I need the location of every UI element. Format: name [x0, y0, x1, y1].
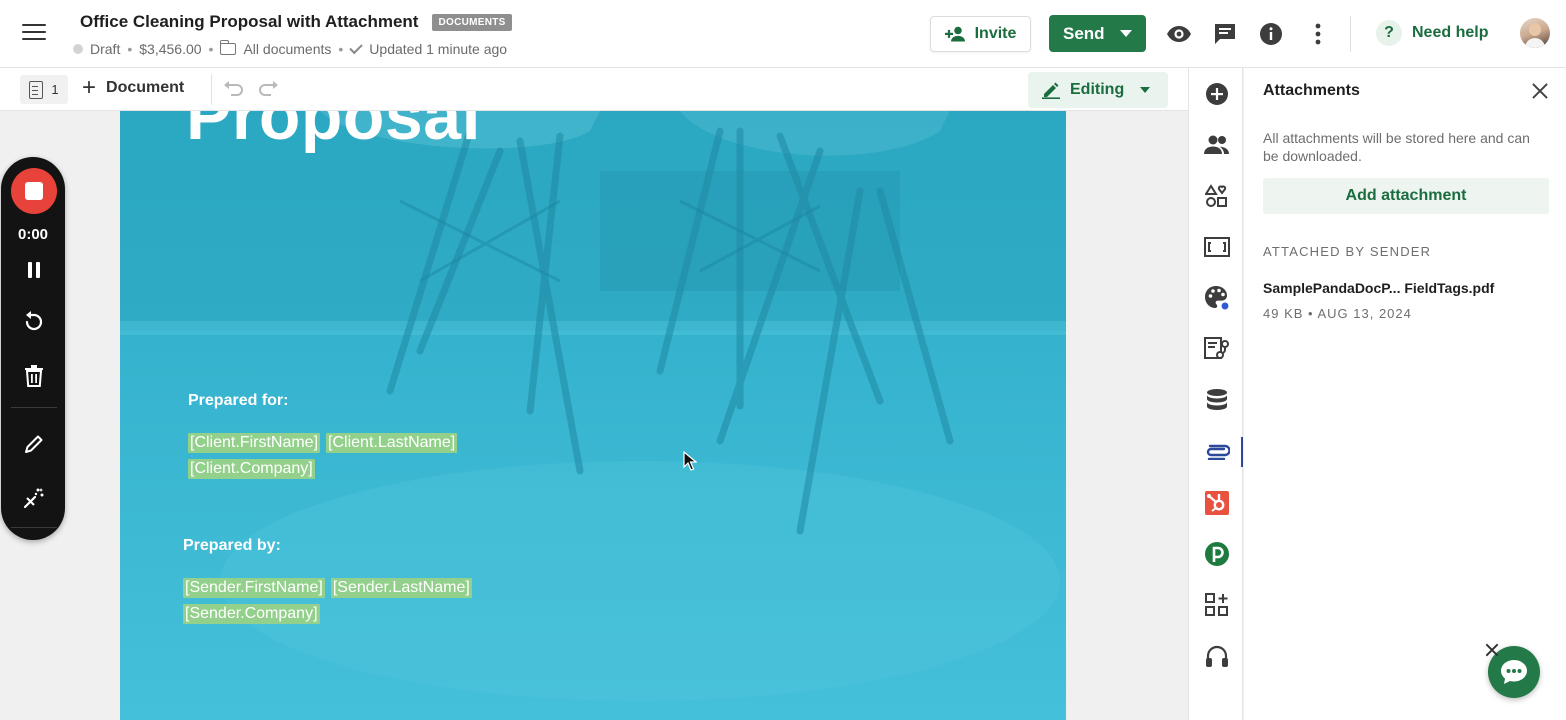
client-firstname-field[interactable]: [Client.FirstName] [188, 433, 321, 453]
add-document-button[interactable]: + Document [82, 74, 185, 101]
pencil-icon [1042, 82, 1060, 99]
user-avatar[interactable] [1520, 18, 1550, 48]
pipedrive-icon[interactable] [1202, 539, 1232, 569]
folder-link[interactable]: All documents [243, 41, 331, 57]
screen-recorder-panel: 0:00 [1, 157, 65, 540]
editing-label: Editing [1070, 81, 1125, 98]
close-chat-icon[interactable] [1484, 642, 1500, 658]
mouse-cursor-icon [683, 451, 697, 471]
close-icon[interactable] [1528, 79, 1552, 103]
pages-button[interactable]: 1 [20, 75, 68, 104]
invite-button[interactable]: Invite [930, 16, 1031, 52]
cover-page[interactable]: Proposal Prepared for: [Client.FirstName… [120, 111, 1066, 720]
send-label: Send [1063, 23, 1105, 43]
support-headset-icon[interactable] [1202, 642, 1232, 672]
attachment-icon[interactable] [1202, 437, 1232, 467]
page-count: 1 [51, 82, 59, 97]
folder-icon [219, 40, 237, 55]
client-lastname-field[interactable]: [Client.LastName] [326, 433, 458, 453]
prepared-by-heading: Prepared by: [183, 537, 281, 554]
sender-lastname-field[interactable]: [Sender.LastName] [330, 578, 472, 598]
chevron-down-icon [1140, 87, 1151, 93]
cover-title: Proposal [186, 111, 481, 154]
hubspot-icon[interactable] [1202, 488, 1232, 518]
chat-icon [1501, 660, 1527, 684]
pages-icon [29, 80, 44, 99]
documents-badge: DOCUMENTS [432, 13, 512, 31]
invite-label: Invite [974, 25, 1017, 42]
add-icon[interactable] [1202, 79, 1232, 109]
workflow-icon[interactable] [1202, 334, 1232, 364]
add-document-label: Document [106, 79, 185, 96]
restart-icon[interactable] [18, 306, 50, 338]
plus-icon: + [82, 74, 97, 101]
add-person-icon [944, 26, 965, 42]
recipients-icon[interactable] [1202, 130, 1232, 160]
variables-icon[interactable] [1202, 232, 1232, 262]
stop-recording-button[interactable] [11, 168, 57, 214]
question-icon: ? [1376, 20, 1402, 46]
prepared-for-heading: Prepared for: [188, 392, 289, 409]
document-amount: $3,456.00 [139, 41, 202, 57]
document-meta: Draft • $3,456.00 • All documents • Upda… [73, 40, 508, 57]
info-icon[interactable] [1257, 20, 1285, 48]
active-rail-indicator [1241, 437, 1243, 467]
pen-draw-icon[interactable] [18, 428, 50, 460]
client-name-line: [Client.FirstName] [Client.LastName] [188, 433, 458, 453]
database-icon[interactable] [1202, 385, 1232, 415]
checkmark-icon [349, 40, 364, 54]
add-attachment-button[interactable]: Add attachment [1263, 178, 1549, 214]
undo-icon[interactable] [222, 79, 244, 102]
sender-firstname-field[interactable]: [Sender.FirstName] [183, 578, 325, 598]
attachments-description: All attachments will be stored here and … [1263, 130, 1530, 164]
document-canvas: Proposal Prepared for: [Client.FirstName… [0, 111, 1188, 720]
attachments-title: Attachments [1263, 82, 1360, 99]
more-vertical-icon[interactable] [1304, 20, 1332, 48]
magic-effects-icon[interactable] [18, 482, 50, 514]
need-help-button[interactable]: ? Need help [1376, 20, 1488, 46]
client-company-line: [Client.Company] [188, 459, 315, 479]
sender-name-line: [Sender.FirstName] [Sender.LastName] [183, 578, 472, 598]
status-text: Draft [90, 41, 121, 57]
sender-company-field[interactable]: [Sender.Company] [183, 604, 320, 624]
attached-by-sender-heading: ATTACHED BY SENDER [1263, 244, 1432, 259]
top-header: Office Cleaning Proposal with Attachment… [0, 0, 1566, 68]
cover-background-image [120, 111, 1066, 720]
editor-toolbar: 1 + Document Editing [0, 68, 1188, 111]
send-button[interactable]: Send [1049, 15, 1146, 52]
add-attachment-label: Add attachment [1345, 187, 1467, 204]
comments-icon[interactable] [1211, 20, 1239, 48]
send-dropdown-caret-icon[interactable] [1119, 30, 1132, 37]
document-title[interactable]: Office Cleaning Proposal with Attachment [80, 12, 418, 32]
preview-eye-icon[interactable] [1165, 20, 1193, 48]
redo-icon[interactable] [258, 79, 280, 102]
content-blocks-icon[interactable] [1202, 181, 1232, 211]
design-palette-icon[interactable] [1202, 283, 1232, 313]
attachment-file-name[interactable]: SamplePandaDocP... FieldTags.pdf [1263, 280, 1494, 296]
side-tool-rail [1188, 68, 1243, 720]
client-company-field[interactable]: [Client.Company] [188, 459, 315, 479]
need-help-label: Need help [1412, 24, 1489, 41]
recording-timer: 0:00 [17, 226, 49, 243]
apps-icon[interactable] [1202, 590, 1232, 620]
updated-text: Updated 1 minute ago [369, 41, 508, 57]
sender-company-line: [Sender.Company] [183, 604, 320, 624]
attachment-file-meta: 49 KB • AUG 13, 2024 [1263, 306, 1412, 321]
document-title-row: Office Cleaning Proposal with Attachment… [80, 12, 512, 32]
editing-mode-dropdown[interactable]: Editing [1028, 72, 1168, 108]
trash-icon[interactable] [18, 360, 50, 392]
status-dot-icon [73, 44, 83, 54]
pause-icon[interactable] [18, 254, 50, 286]
hamburger-icon[interactable] [22, 24, 46, 44]
attachments-panel: Attachments All attachments will be stor… [1244, 68, 1566, 720]
